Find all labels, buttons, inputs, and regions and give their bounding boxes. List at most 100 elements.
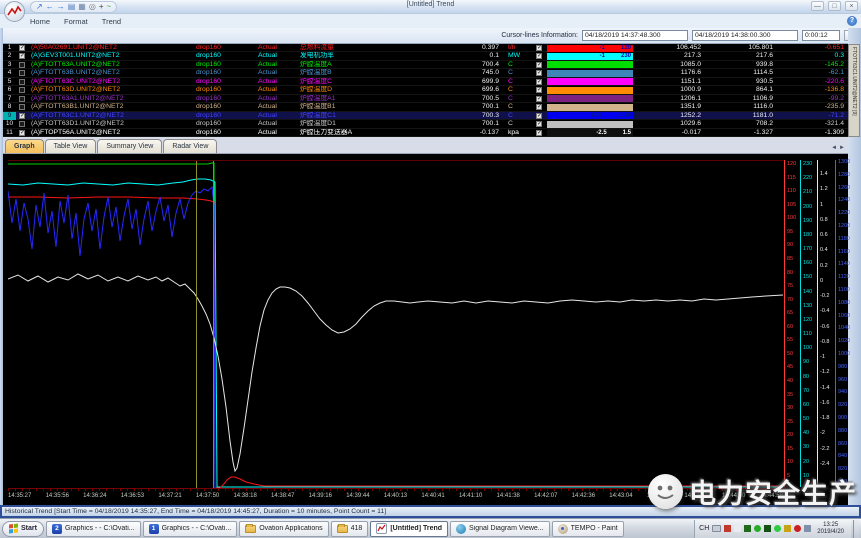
taskbar-button-4[interactable]: 418 (331, 521, 369, 537)
pen-plot-checkbox[interactable]: ✓ (536, 87, 542, 93)
table-row[interactable]: 7(A)FTOTT63A1.UNIT2@NET2drop160Actual炉膛温… (3, 95, 848, 103)
table-row[interactable]: 11✓(A)FTOPT56A.UNIT2@NET2drop160Actual炉膛… (3, 129, 848, 137)
spark-icon[interactable]: ~ (106, 2, 111, 12)
taskbar-button-3[interactable]: Ovation Applications (239, 521, 328, 537)
table-row[interactable]: 4(A)FTOTT63B.UNIT2@NET2drop160Actual炉膛温度… (3, 69, 848, 77)
pen-color-swatch[interactable] (547, 104, 633, 111)
pen-plot-checkbox[interactable]: ✓ (536, 130, 542, 136)
pen-plot-checkbox[interactable]: ✓ (536, 45, 542, 51)
app-icon[interactable] (4, 1, 25, 22)
pen-plot-checkbox[interactable]: ✓ (536, 62, 542, 68)
grid-icon[interactable]: ▦ (78, 2, 86, 12)
cursor-time-2-field[interactable] (692, 30, 798, 41)
pen-color-swatch[interactable] (547, 70, 633, 77)
pen-plot-checkbox[interactable]: ✓ (536, 96, 542, 102)
pen-color-swatch[interactable] (547, 61, 633, 68)
zoom-icon[interactable]: ◎ (89, 2, 96, 12)
pen-unit: C (503, 120, 533, 128)
start-button[interactable]: Start (2, 521, 44, 537)
pen-checkbox[interactable] (19, 62, 25, 68)
pen-color-swatch[interactable] (547, 121, 633, 128)
scale-max-label: 1300 (618, 112, 633, 120)
pen-plot-checkbox[interactable]: ✓ (536, 53, 542, 59)
maximize-button[interactable]: □ (828, 1, 841, 11)
pen-checkbox[interactable]: ✓ (19, 113, 25, 119)
back-icon[interactable]: ← (46, 2, 54, 12)
tray-icon[interactable] (774, 525, 781, 532)
taskbar-button-5[interactable]: [Untitled] Trend (370, 521, 448, 537)
show-desktop-button[interactable] (853, 520, 859, 538)
tray-icon[interactable] (764, 525, 771, 532)
taskbar-button-1[interactable]: 2Graphics - - C:\Ovati... (46, 521, 141, 537)
tab-graph[interactable]: Graph (5, 139, 44, 153)
table-row[interactable]: 8(A)FTOTT63B1.UNIT2@NET2drop160Actual炉膛温… (3, 103, 848, 111)
axis-tick-label: 140 (803, 290, 816, 295)
tray-icon[interactable] (734, 525, 741, 532)
pen-checkbox[interactable] (19, 104, 25, 110)
pen-color-swatch[interactable]: 8001300 (547, 112, 633, 119)
table-row[interactable]: 3(A)FTOTT63A.UNIT2@NET2drop160Actual炉膛温度… (3, 61, 848, 69)
menu-item-home[interactable]: Home (30, 17, 50, 26)
tab-table-view[interactable]: Table View (45, 139, 97, 153)
forward-icon[interactable]: → (57, 2, 65, 12)
table-row[interactable]: 10(A)FTOTT63D1.UNIT2@NET2drop160Actual炉膛… (3, 120, 848, 128)
close-button[interactable]: × (845, 1, 858, 11)
table-row[interactable]: 9✓(A)FTOTT63C1.UNIT2@NET2drop160Actual炉膛… (3, 112, 848, 120)
table-row[interactable]: 2✓(A)GEV3T001.UNIT2@NET2drop160Actual发电机… (3, 52, 848, 60)
pen-checkbox[interactable]: ✓ (19, 45, 25, 51)
add-icon[interactable]: + (99, 2, 104, 12)
pen-color-swatch[interactable]: -1120 (547, 45, 633, 52)
tray-icon[interactable] (744, 525, 751, 532)
tray-icon[interactable] (754, 525, 761, 532)
pen-plot-checkbox[interactable]: ✓ (536, 121, 542, 127)
selected-pen-side-tab[interactable]: FTOTT63C1.UNIT2@NET2 [9] (848, 44, 860, 137)
pen-plot-checkbox[interactable]: ✓ (536, 113, 542, 119)
pen-checkbox[interactable]: ✓ (19, 130, 25, 136)
tray-icon[interactable] (784, 525, 791, 532)
pen-checkbox[interactable] (19, 121, 25, 127)
pen-color-swatch[interactable]: -2.51.5 (547, 129, 633, 136)
taskbar-clock[interactable]: 13:25 2019/4/20 (814, 522, 847, 535)
pen-checkbox[interactable] (19, 70, 25, 76)
trend-chart-icon[interactable]: ↗ (36, 2, 43, 12)
cursor-line-1[interactable] (196, 161, 197, 488)
minimize-button[interactable]: — (811, 1, 824, 11)
table-row[interactable]: 6(A)FTOTT63D.UNIT2@NET2drop160Actual炉膛温度… (3, 86, 848, 94)
tray-icon[interactable] (794, 525, 801, 532)
pen-color-swatch[interactable] (547, 95, 633, 102)
start-label: Start (21, 525, 37, 532)
pen-checkbox[interactable] (19, 79, 25, 85)
time-tick-label: 14:41:10 (459, 493, 482, 499)
pen-plot-checkbox[interactable]: ✓ (536, 70, 542, 76)
taskbar-button-2[interactable]: 1Graphics - - C:\Ovati... (143, 521, 238, 537)
pen-checkbox[interactable] (19, 87, 25, 93)
menu-item-format[interactable]: Format (64, 17, 88, 26)
table-row[interactable]: 1✓(A)50A02691.UNIT2@NET2drop160Actual总燃料… (3, 44, 848, 52)
pen-plot-checkbox[interactable]: ✓ (536, 104, 542, 110)
menu-item-trend[interactable]: Trend (102, 17, 121, 26)
tray-icon[interactable] (724, 525, 731, 532)
tab-radar-view[interactable]: Radar View (163, 139, 217, 153)
printer-icon[interactable] (712, 525, 721, 532)
cursor-line-2[interactable] (213, 161, 214, 488)
pen-checkbox[interactable]: ✓ (19, 53, 25, 59)
axis-tick-label: -1.2 (820, 370, 834, 375)
tab-scroll-left-icon[interactable]: ◄ (831, 145, 837, 151)
pen-color-swatch[interactable] (547, 87, 633, 94)
taskbar-button-7[interactable]: TEMPO - Paint (552, 521, 624, 537)
tab-scroll-right-icon[interactable]: ► (839, 145, 845, 151)
table-row[interactable]: 5(A)FTOTT63C.UNIT2@NET2drop160Actual炉膛温度… (3, 78, 848, 86)
tab-summary-view[interactable]: Summary View (97, 139, 162, 153)
cursor-time-1-field[interactable] (582, 30, 688, 41)
cursor-duration-field[interactable] (802, 30, 840, 41)
help-icon[interactable]: ? (847, 16, 857, 26)
pen-checkbox[interactable] (19, 96, 25, 102)
taskbar-button-6[interactable]: Signal Diagram Viewe... (450, 521, 550, 537)
trend-plot[interactable] (8, 160, 783, 487)
pen-color-swatch[interactable]: -1230 (547, 53, 633, 60)
export-icon[interactable]: ▤ (68, 2, 76, 12)
pen-plot-checkbox[interactable]: ✓ (536, 79, 542, 85)
tray-icon[interactable] (804, 525, 811, 532)
pen-color-swatch[interactable] (547, 78, 633, 85)
language-indicator[interactable]: CH (699, 525, 709, 532)
